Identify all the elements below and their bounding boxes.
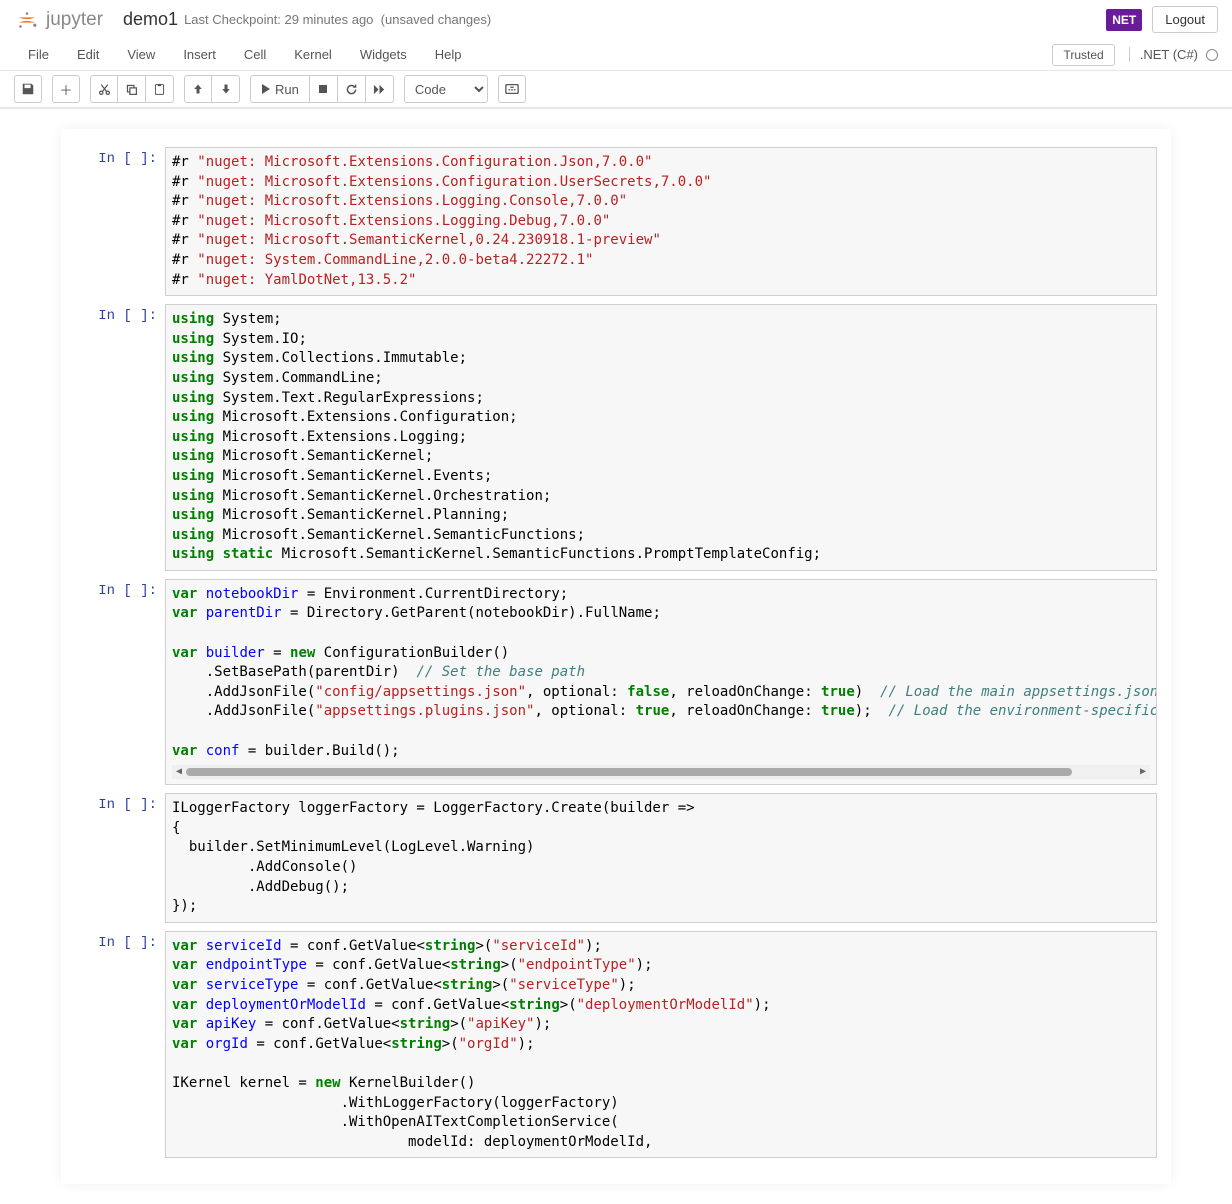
- net-badge[interactable]: NET: [1106, 9, 1142, 31]
- command-palette-button[interactable]: [498, 75, 526, 103]
- menu-kernel[interactable]: Kernel: [280, 41, 346, 68]
- menu-file[interactable]: File: [14, 41, 63, 68]
- code-input[interactable]: var notebookDir = Environment.CurrentDir…: [165, 579, 1157, 785]
- input-prompt: In [ ]:: [75, 304, 165, 571]
- restart-run-all-button[interactable]: [366, 75, 394, 103]
- input-prompt: In [ ]:: [75, 931, 165, 1159]
- move-down-button[interactable]: [212, 75, 240, 103]
- code-cell[interactable]: In [ ]:var serviceId = conf.GetValue<str…: [75, 931, 1157, 1159]
- jupyter-logo-icon[interactable]: [14, 7, 40, 33]
- checkpoint-status: Last Checkpoint: 29 minutes ago (unsaved…: [184, 12, 491, 27]
- restart-button[interactable]: [338, 75, 366, 103]
- scroll-thumb[interactable]: [186, 768, 1072, 776]
- jupyter-text[interactable]: jupyter: [46, 9, 103, 31]
- code-cell[interactable]: In [ ]:using System;using System.IO;usin…: [75, 304, 1157, 571]
- input-prompt: In [ ]:: [75, 793, 165, 923]
- menubar: FileEditViewInsertCellKernelWidgetsHelp …: [0, 39, 1232, 71]
- code-cell[interactable]: In [ ]:var notebookDir = Environment.Cur…: [75, 579, 1157, 785]
- kernel-indicator-icon: [1206, 49, 1218, 61]
- add-cell-button[interactable]: ＋: [52, 75, 80, 103]
- save-button[interactable]: [14, 75, 42, 103]
- code-cell[interactable]: In [ ]:ILoggerFactory loggerFactory = Lo…: [75, 793, 1157, 923]
- trusted-badge[interactable]: Trusted: [1052, 44, 1114, 66]
- notebook-container: In [ ]:#r "nuget: Microsoft.Extensions.C…: [61, 129, 1171, 1184]
- scroll-left-icon[interactable]: ◀: [174, 767, 184, 777]
- scroll-right-icon[interactable]: ▶: [1138, 767, 1148, 777]
- code-input[interactable]: using System;using System.IO;using Syste…: [165, 304, 1157, 571]
- cell-type-select[interactable]: Code: [404, 75, 488, 103]
- menu-view[interactable]: View: [113, 41, 169, 68]
- input-prompt: In [ ]:: [75, 147, 165, 296]
- kernel-name[interactable]: .NET (C#): [1140, 47, 1198, 62]
- code-input[interactable]: #r "nuget: Microsoft.Extensions.Configur…: [165, 147, 1157, 296]
- menu-insert[interactable]: Insert: [169, 41, 230, 68]
- run-button[interactable]: Run: [250, 75, 310, 103]
- logout-button[interactable]: Logout: [1152, 6, 1218, 33]
- cut-button[interactable]: [90, 75, 118, 103]
- copy-button[interactable]: [118, 75, 146, 103]
- menu-help[interactable]: Help: [421, 41, 476, 68]
- notebook-name[interactable]: demo1: [123, 9, 178, 30]
- code-input[interactable]: ILoggerFactory loggerFactory = LoggerFac…: [165, 793, 1157, 923]
- move-up-button[interactable]: [184, 75, 212, 103]
- toolbar: ＋ Run: [0, 71, 1232, 108]
- menu-widgets[interactable]: Widgets: [346, 41, 421, 68]
- paste-button[interactable]: [146, 75, 174, 103]
- horizontal-scrollbar[interactable]: ◀▶: [172, 765, 1150, 779]
- input-prompt: In [ ]:: [75, 579, 165, 785]
- menu-edit[interactable]: Edit: [63, 41, 113, 68]
- code-input[interactable]: var serviceId = conf.GetValue<string>("s…: [165, 931, 1157, 1159]
- menu-cell[interactable]: Cell: [230, 41, 280, 68]
- code-cell[interactable]: In [ ]:#r "nuget: Microsoft.Extensions.C…: [75, 147, 1157, 296]
- header: jupyter demo1 Last Checkpoint: 29 minute…: [0, 0, 1232, 39]
- interrupt-button[interactable]: [310, 75, 338, 103]
